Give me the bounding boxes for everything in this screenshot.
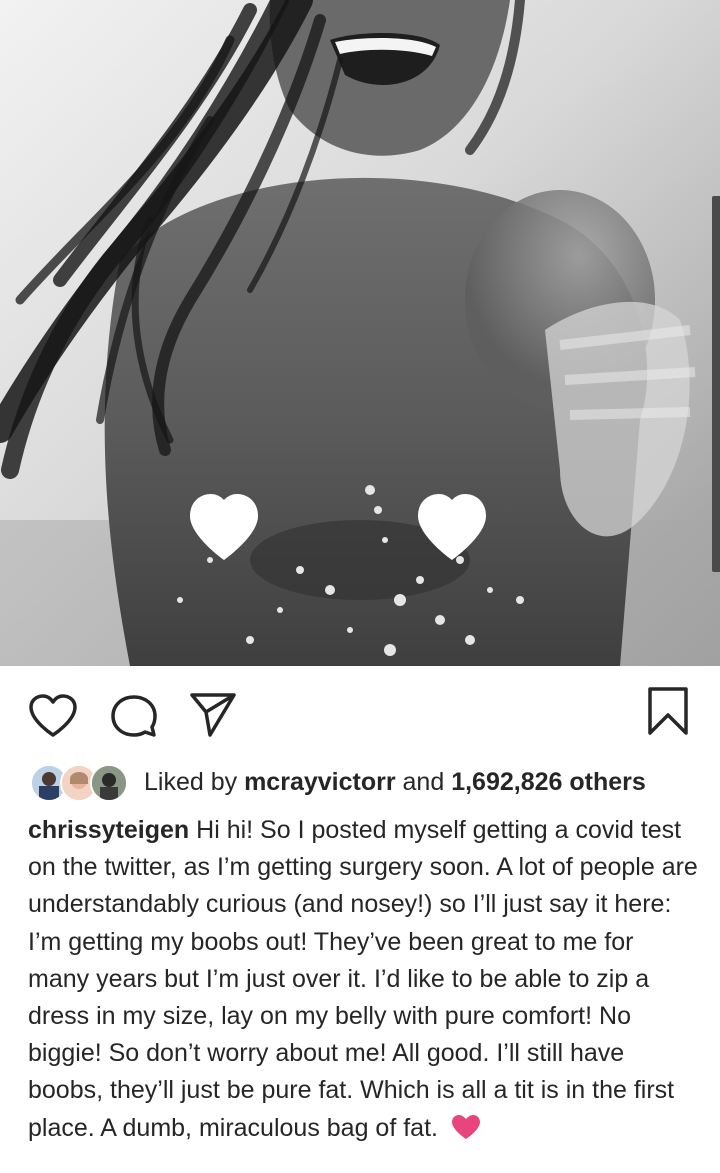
likes-summary: Liked by mcrayvictorr and 1,692,826 othe… (144, 768, 646, 797)
liker-avatars (30, 762, 130, 802)
post-photo[interactable] (0, 0, 720, 666)
likes-row[interactable]: Liked by mcrayvictorr and 1,692,826 othe… (30, 760, 710, 804)
post-image (0, 0, 720, 666)
first-liker-link[interactable]: mcrayvictorr (244, 768, 395, 796)
paper-plane-icon[interactable] (188, 690, 238, 745)
heart-outline-icon[interactable] (28, 693, 78, 744)
caption-text: Hi hi! So I posted myself getting a covi… (28, 816, 698, 1142)
post-caption: chrissyteigen Hi hi! So I posted myself … (28, 812, 700, 1151)
pink-heart-icon (451, 1114, 481, 1151)
likes-count-link[interactable]: 1,692,826 others (451, 768, 646, 796)
bookmark-icon[interactable] (646, 686, 690, 741)
comment-bubble-icon[interactable] (110, 693, 158, 746)
caption-username[interactable]: chrissyteigen (28, 816, 189, 844)
likes-connector: and (402, 767, 445, 796)
post-actions (0, 666, 720, 756)
avatar (90, 764, 128, 802)
likes-prefix: Liked by (144, 767, 238, 796)
scrollbar[interactable] (712, 196, 720, 572)
